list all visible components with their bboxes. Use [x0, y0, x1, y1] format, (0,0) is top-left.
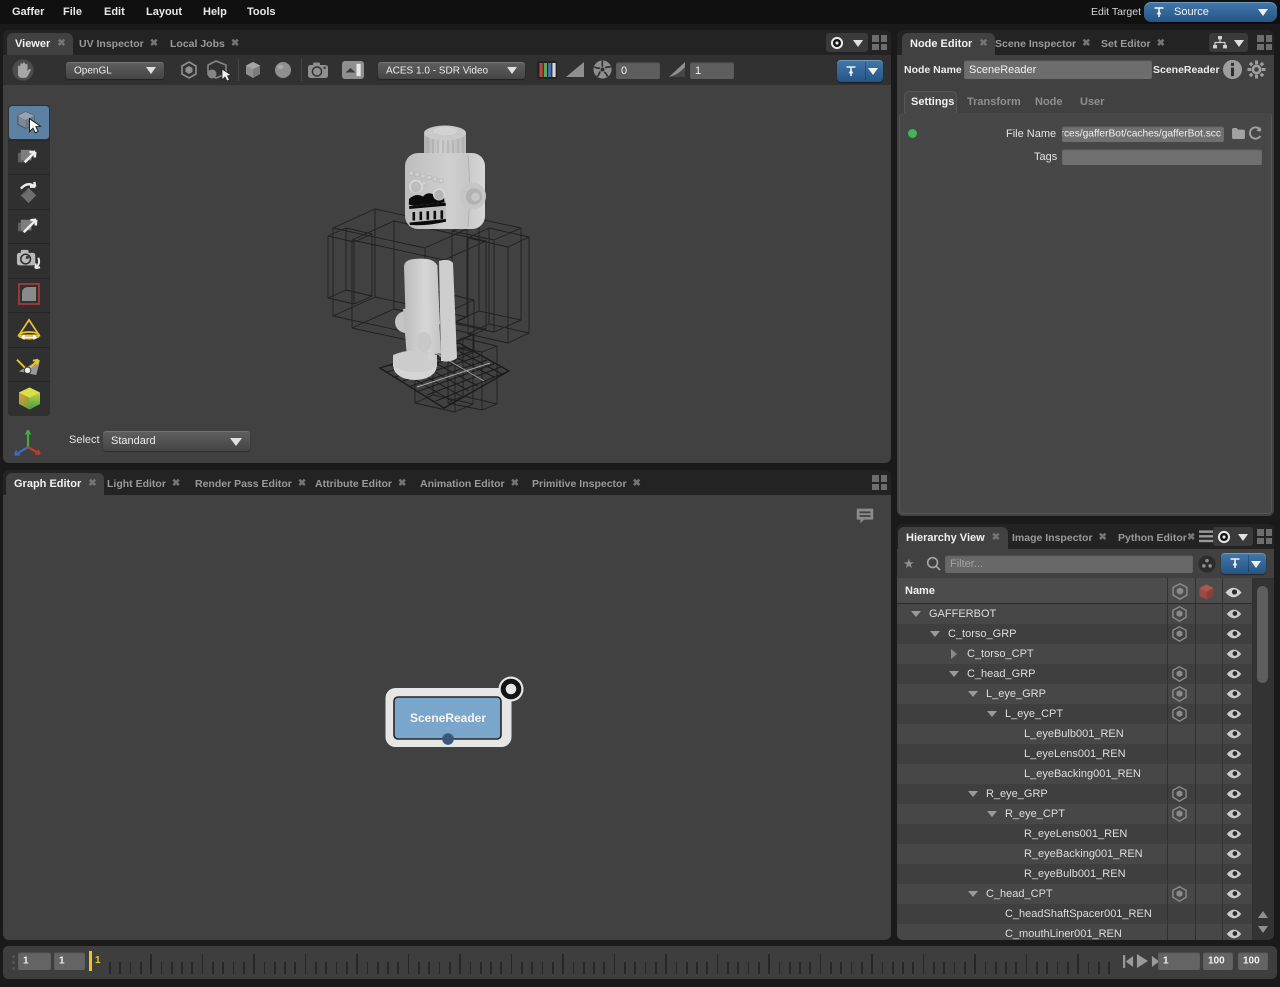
svg-text:SceneReader: SceneReader	[410, 711, 486, 725]
